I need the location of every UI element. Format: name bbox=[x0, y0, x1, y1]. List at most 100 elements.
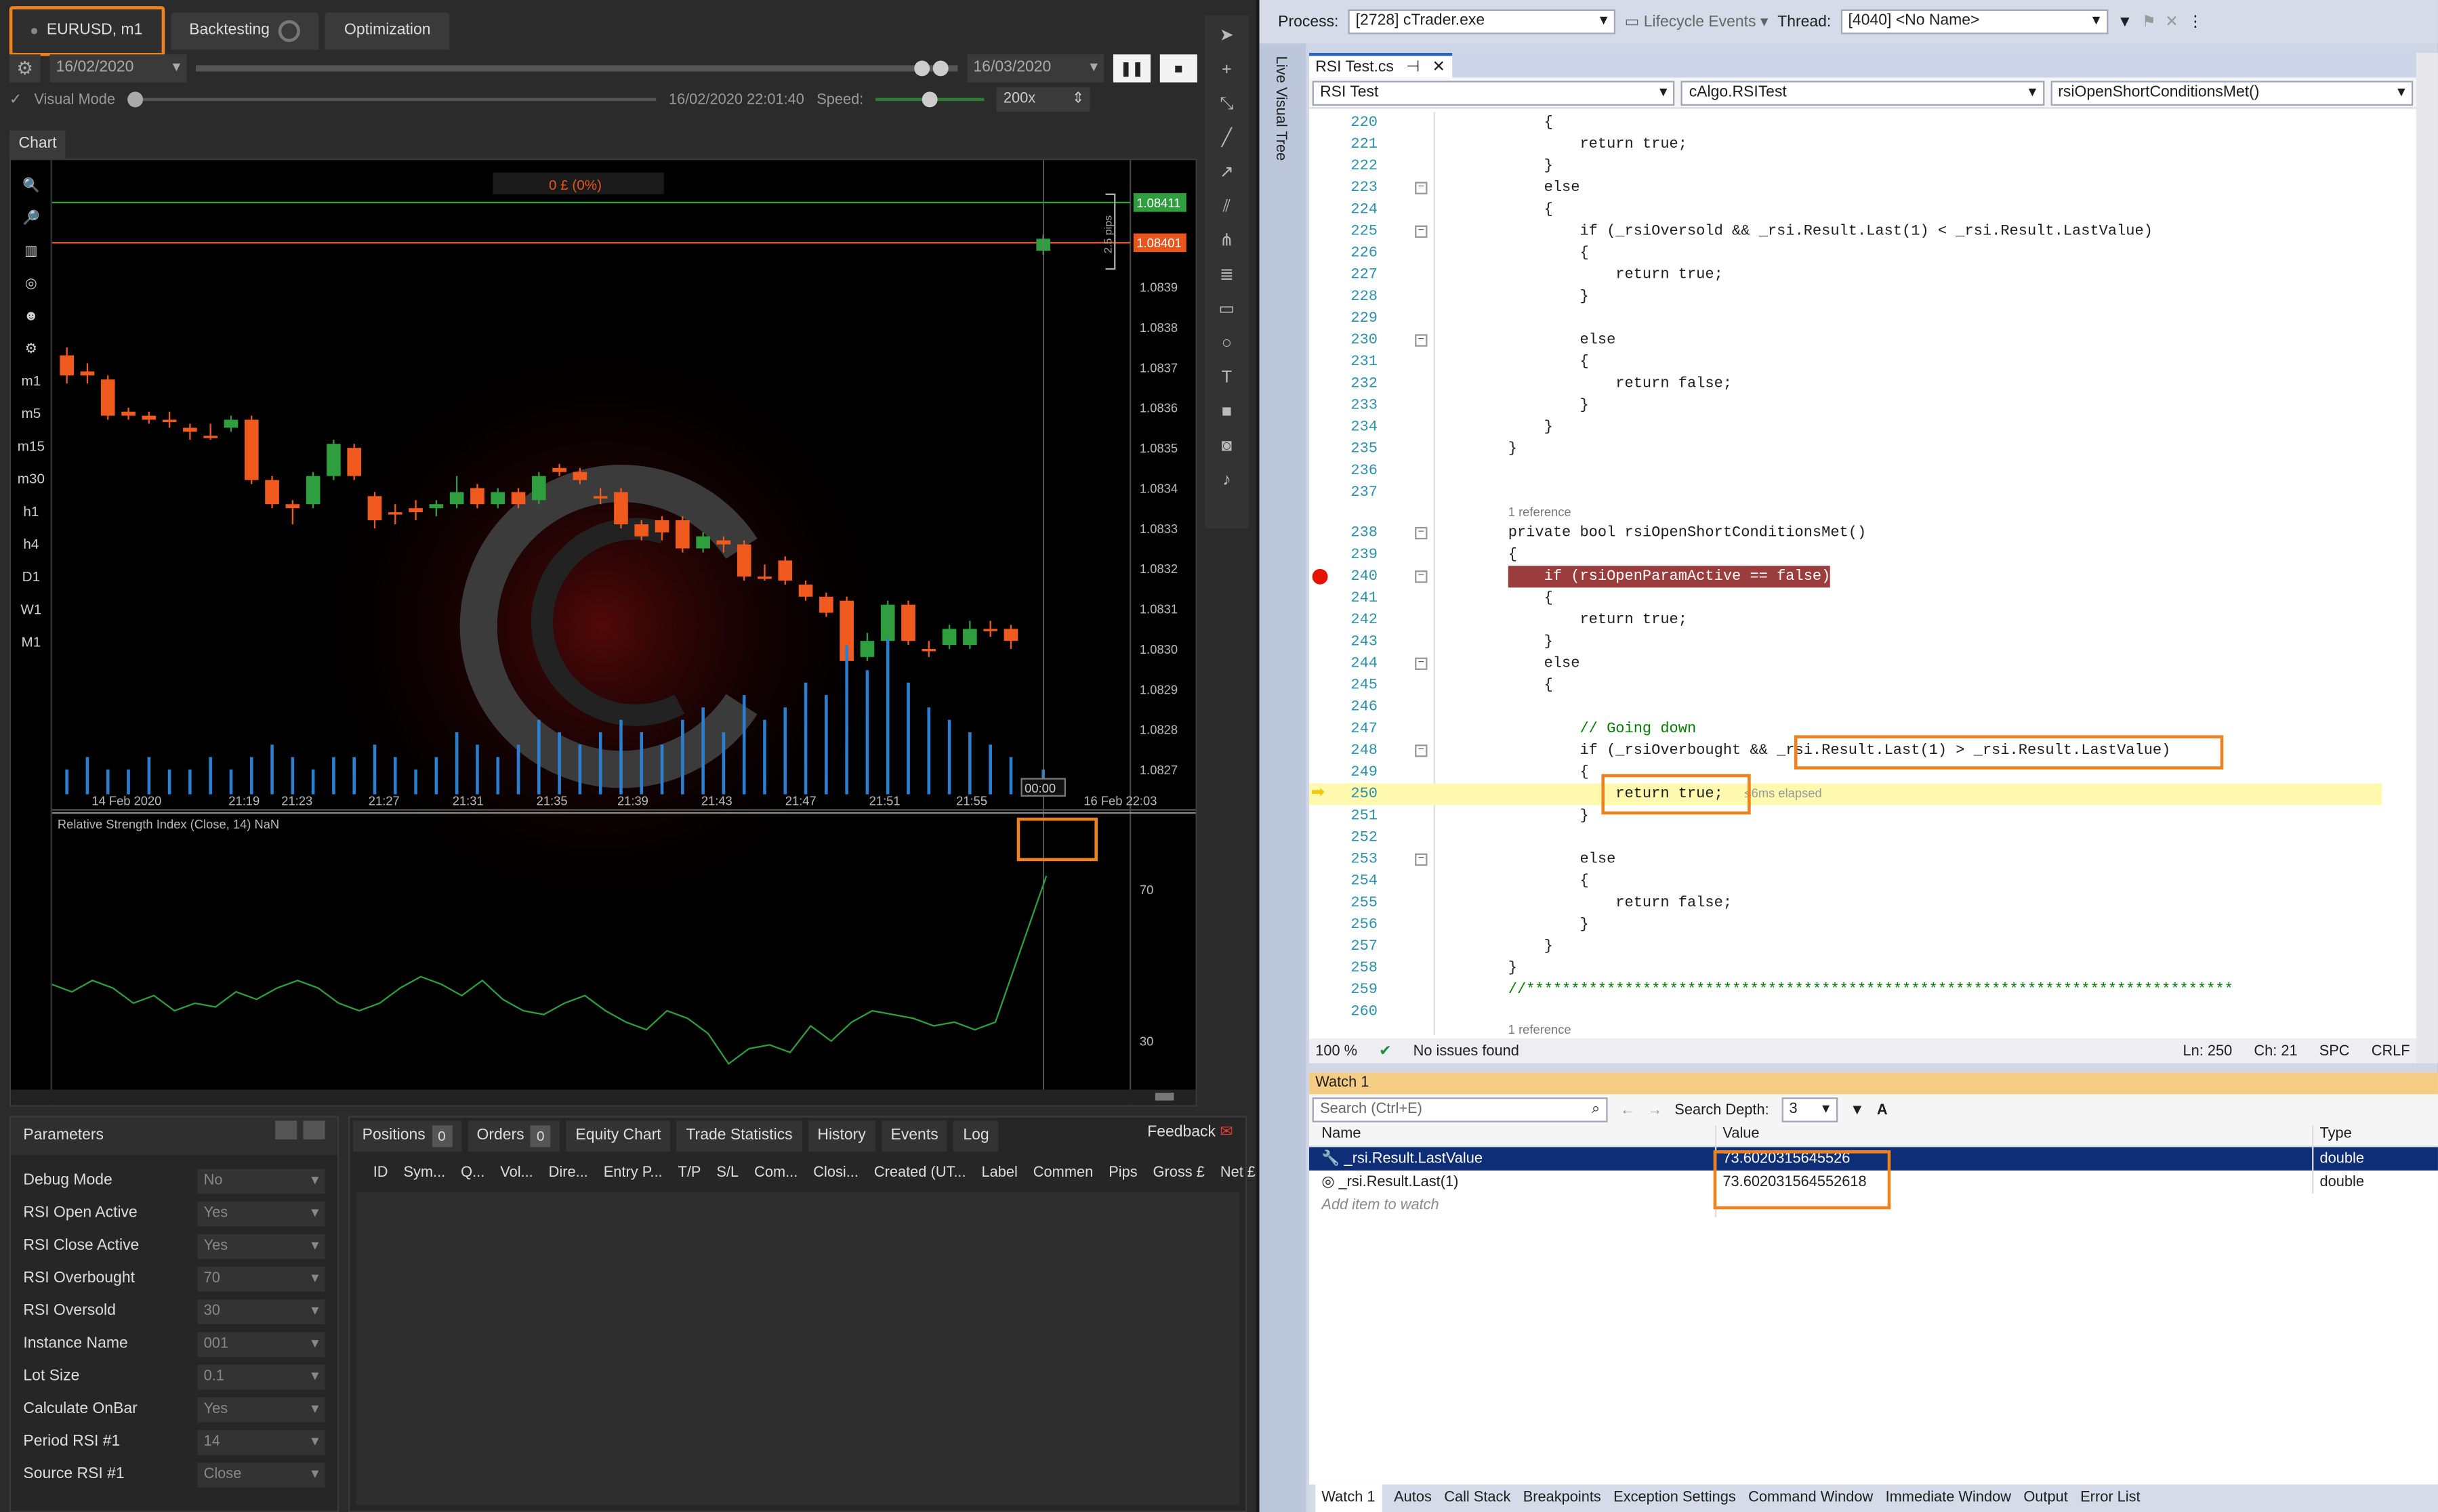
tool-tab-immediate-window[interactable]: Immediate Window bbox=[1886, 1484, 2011, 1512]
tab-trade-statistics[interactable]: Trade Statistics bbox=[676, 1120, 802, 1152]
zoom-in-icon[interactable]: 🔍 bbox=[16, 171, 47, 198]
rectangle-icon[interactable]: ▭ bbox=[1211, 295, 1242, 323]
param-value-input[interactable]: Close ▾ bbox=[197, 1462, 325, 1487]
tab-orders[interactable]: Orders 0 bbox=[467, 1120, 560, 1152]
tool-tab-error-list[interactable]: Error List bbox=[2080, 1484, 2140, 1512]
tool-tab-autos[interactable]: Autos bbox=[1394, 1484, 1432, 1512]
param-value-input[interactable]: 0.1 ▾ bbox=[197, 1364, 325, 1389]
back-arrow-icon[interactable]: ← bbox=[1620, 1101, 1635, 1118]
doc-tab-rsi-test[interactable]: RSI Test.cs ⊣ ✕ bbox=[1309, 53, 1452, 78]
depth-combo[interactable]: 3 ▾ bbox=[1781, 1097, 1838, 1122]
column-header[interactable]: Label bbox=[974, 1164, 1025, 1181]
tool-tab-breakpoints[interactable]: Breakpoints bbox=[1523, 1484, 1601, 1512]
save-icon[interactable] bbox=[275, 1120, 297, 1139]
zoom-out-icon[interactable]: 🔎 bbox=[16, 204, 47, 232]
chart-scrollbar[interactable] bbox=[11, 1089, 1196, 1106]
member-combo[interactable]: rsiOpenShortConditionsMet() ▾ bbox=[2050, 81, 2414, 106]
tab-equity-chart[interactable]: Equity Chart bbox=[566, 1120, 671, 1152]
tab-events[interactable]: Events bbox=[881, 1120, 948, 1152]
reference-codelens[interactable]: 1 reference bbox=[1508, 505, 1571, 520]
speed-knob[interactable] bbox=[922, 91, 938, 108]
tab-chart[interactable]: Chart bbox=[9, 130, 66, 159]
settings-chart-icon[interactable]: ⚙ bbox=[16, 334, 47, 362]
close-icon[interactable]: ✕ bbox=[1432, 56, 1445, 78]
line-icon[interactable]: ╱ bbox=[1211, 125, 1242, 152]
timeframe-m5[interactable]: m5 bbox=[16, 400, 47, 427]
param-value-input[interactable]: 001 ▾ bbox=[197, 1331, 325, 1357]
stop-button[interactable]: ■ bbox=[1159, 54, 1197, 83]
watch-search-input[interactable]: Search (Ctrl+E) ⌕ bbox=[1312, 1097, 1608, 1122]
pause-button[interactable]: ❚❚ bbox=[1113, 54, 1151, 83]
project-combo[interactable]: RSI Test ▾ bbox=[1312, 81, 1676, 106]
fold-toggle-icon[interactable]: − bbox=[1415, 853, 1428, 866]
column-header[interactable]: Com... bbox=[747, 1164, 806, 1181]
lifecycle-events-button[interactable]: ▭ Lifecycle Events ▾ bbox=[1625, 14, 1769, 30]
ray-icon[interactable]: ↗ bbox=[1211, 159, 1242, 186]
fold-toggle-icon[interactable]: − bbox=[1415, 225, 1428, 238]
fold-toggle-icon[interactable]: − bbox=[1415, 657, 1428, 670]
end-date-picker[interactable]: 16/03/2020 ▾ bbox=[967, 54, 1104, 83]
load-icon[interactable] bbox=[303, 1120, 325, 1139]
range-knob-right[interactable] bbox=[932, 60, 949, 77]
column-header[interactable]: Q... bbox=[453, 1164, 493, 1181]
column-header[interactable]: Created (UT... bbox=[866, 1164, 974, 1181]
column-header[interactable]: Pips bbox=[1101, 1164, 1145, 1181]
date-range-slider[interactable] bbox=[196, 60, 958, 77]
zoom-level[interactable]: 100 % bbox=[1315, 1043, 1357, 1059]
progress-knob[interactable] bbox=[127, 91, 144, 108]
range-knob-left[interactable] bbox=[914, 60, 930, 77]
circle-icon[interactable]: ○ bbox=[1211, 329, 1242, 357]
pitchfork-icon[interactable]: ⋔ bbox=[1211, 227, 1242, 255]
column-header[interactable]: S/L bbox=[709, 1164, 747, 1181]
param-value-input[interactable]: 30 ▾ bbox=[197, 1299, 325, 1324]
flag-x-icon[interactable]: ✕ bbox=[2165, 14, 2178, 30]
col-value[interactable]: Value bbox=[1716, 1125, 2314, 1146]
timeframe-D1[interactable]: D1 bbox=[16, 563, 47, 591]
tab-log[interactable]: Log bbox=[953, 1120, 999, 1152]
tool-tab-watch-1[interactable]: Watch 1 bbox=[1315, 1484, 1382, 1512]
filter-icon[interactable]: ▼ bbox=[2117, 14, 2133, 30]
fold-toggle-icon[interactable]: − bbox=[1415, 526, 1428, 540]
chart-area[interactable]: 1.0839 1.0838 1.0837 1.0836 1.0835 1.0834 1.08… bbox=[9, 159, 1197, 1107]
column-header[interactable]: T/P bbox=[670, 1164, 709, 1181]
tool-tab-output[interactable]: Output bbox=[2023, 1484, 2067, 1512]
fill-icon[interactable]: ■ bbox=[1211, 398, 1242, 425]
pin-icon[interactable]: ⊣ bbox=[1406, 56, 1420, 78]
start-date-picker[interactable]: 16/02/2020 ▾ bbox=[49, 54, 187, 83]
column-header[interactable]: Gross £ bbox=[1145, 1164, 1212, 1181]
forward-arrow-icon[interactable]: → bbox=[1647, 1101, 1662, 1118]
timeframe-m30[interactable]: m30 bbox=[16, 465, 47, 492]
filter-icon[interactable]: ▼ bbox=[1850, 1101, 1865, 1118]
timeframe-m15[interactable]: m15 bbox=[16, 432, 47, 460]
editor-scrollbar[interactable] bbox=[2416, 53, 2438, 1064]
col-type[interactable]: Type bbox=[2313, 1125, 2438, 1146]
breakpoint-icon[interactable] bbox=[1312, 568, 1328, 585]
channel-icon[interactable]: ⫽ bbox=[1211, 193, 1242, 221]
timeframe-m1[interactable]: m1 bbox=[16, 367, 47, 395]
progress-slider[interactable] bbox=[127, 91, 657, 108]
tool-tab-exception-settings[interactable]: Exception Settings bbox=[1613, 1484, 1736, 1512]
fold-toggle-icon[interactable]: − bbox=[1415, 744, 1428, 757]
fold-toggle-icon[interactable]: − bbox=[1415, 334, 1428, 347]
font-icon[interactable]: A bbox=[1877, 1101, 1888, 1118]
fold-toggle-icon[interactable]: − bbox=[1415, 570, 1428, 583]
code-text-area[interactable]: 220 {221 return true; 222 } 223− else 224 {… bbox=[1309, 112, 2397, 1036]
move-icon[interactable]: ⤡ bbox=[1211, 90, 1242, 118]
column-header[interactable]: Commen bbox=[1025, 1164, 1100, 1181]
menu-icon[interactable]: ⋮ bbox=[2187, 14, 2203, 30]
tab-symbol[interactable]: EURUSD, m1 bbox=[9, 6, 165, 56]
column-header[interactable]: Vol... bbox=[493, 1164, 541, 1181]
live-visual-tree-tab[interactable]: Live Visual Tree bbox=[1259, 43, 1306, 1512]
tab-optimization[interactable]: Optimization bbox=[325, 12, 450, 50]
param-value-input[interactable]: Yes ▾ bbox=[197, 1200, 325, 1226]
param-value-input[interactable]: Yes ▾ bbox=[197, 1233, 325, 1259]
param-value-input[interactable]: 70 ▾ bbox=[197, 1265, 325, 1291]
column-header[interactable]: Dire... bbox=[541, 1164, 596, 1181]
camera-icon[interactable]: ◙ bbox=[1211, 432, 1242, 460]
globe-icon[interactable]: ◎ bbox=[16, 269, 47, 297]
gear-icon[interactable]: ⚙ bbox=[9, 54, 41, 83]
column-header[interactable]: Entry P... bbox=[596, 1164, 670, 1181]
checkbox-icon[interactable]: ✓ bbox=[9, 91, 22, 108]
param-value-input[interactable]: No ▾ bbox=[197, 1168, 325, 1194]
column-header[interactable]: Closi... bbox=[806, 1164, 867, 1181]
